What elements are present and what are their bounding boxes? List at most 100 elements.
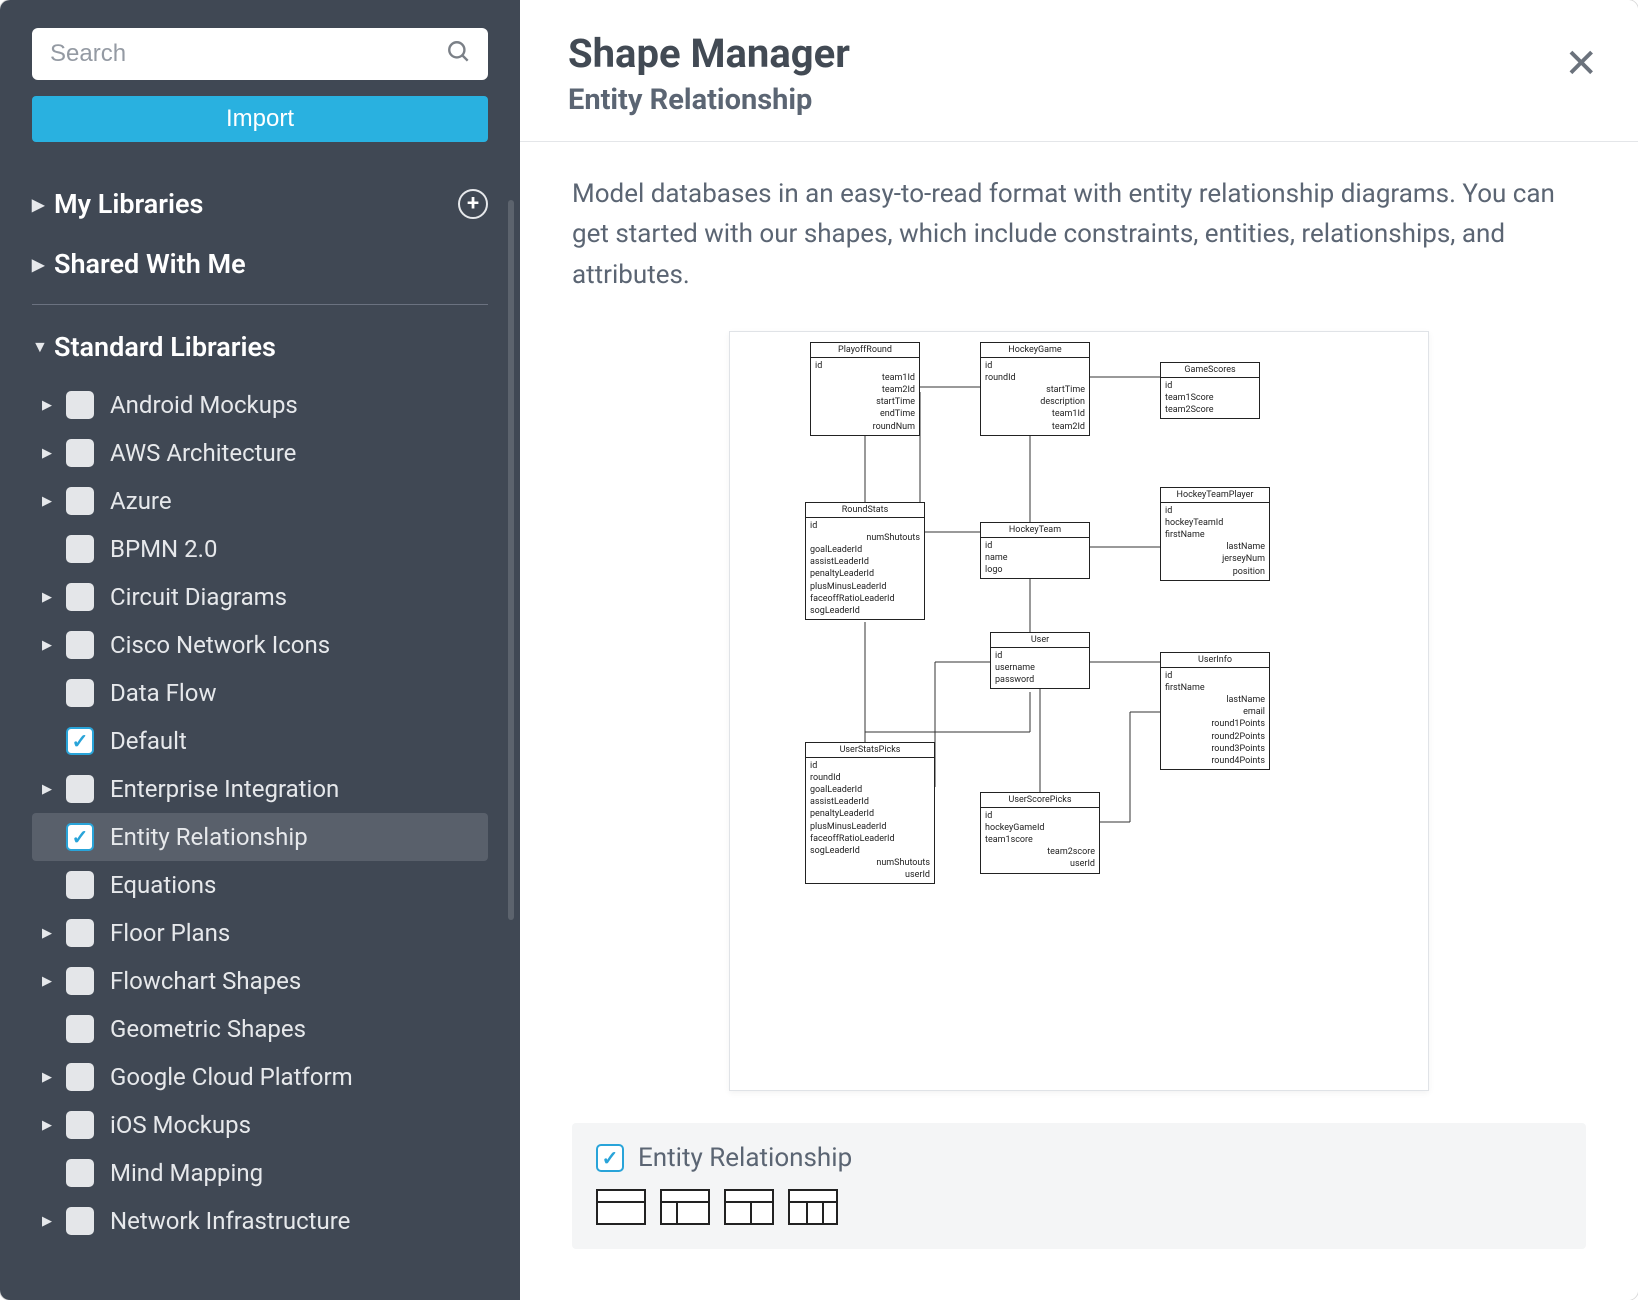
sidebar-item-mind-mapping[interactable]: ▶✓Mind Mapping bbox=[32, 1149, 488, 1197]
entity-shape-1[interactable] bbox=[596, 1189, 646, 1225]
divider bbox=[32, 304, 488, 305]
library-preview-box: ✓ Entity Relationship bbox=[572, 1123, 1586, 1249]
sidebar-item-label: Circuit Diagrams bbox=[110, 583, 287, 611]
shape-manager-dialog: Import ▶ My Libraries + ▶ Shared With Me… bbox=[0, 0, 1638, 1300]
chevron-right-icon: ▶ bbox=[42, 1070, 66, 1085]
sidebar: Import ▶ My Libraries + ▶ Shared With Me… bbox=[0, 0, 520, 1300]
sidebar-item-geometric-shapes[interactable]: ▶✓Geometric Shapes bbox=[32, 1005, 488, 1053]
main-panel: Shape Manager Entity Relationship ✕ Mode… bbox=[520, 0, 1638, 1300]
entity-shape-4[interactable] bbox=[788, 1189, 838, 1225]
sidebar-item-label: Google Cloud Platform bbox=[110, 1063, 353, 1091]
sidebar-item-label: Network Infrastructure bbox=[110, 1207, 350, 1235]
search-input[interactable] bbox=[32, 28, 488, 80]
search-icon[interactable] bbox=[446, 39, 472, 69]
import-button[interactable]: Import bbox=[32, 96, 488, 142]
sidebar-item-cisco-network-icons[interactable]: ▶✓ Cisco Network Icons bbox=[32, 621, 488, 669]
section-my-libraries[interactable]: ▶ My Libraries + bbox=[32, 174, 488, 234]
chevron-right-icon: ▶ bbox=[32, 195, 54, 214]
library-checkbox[interactable]: ✓ bbox=[596, 1144, 624, 1172]
entity-userScorePicks: UserScorePicksidhockeyGameIdteam1scorete… bbox=[980, 792, 1100, 874]
sidebar-item-label: Geometric Shapes bbox=[110, 1015, 306, 1043]
checkbox[interactable]: ✓ bbox=[66, 1063, 94, 1091]
sidebar-item-default[interactable]: ▶✓Default bbox=[32, 717, 488, 765]
sidebar-item-aws-architecture[interactable]: ▶✓ AWS Architecture bbox=[32, 429, 488, 477]
sidebar-item-label: Entity Relationship bbox=[110, 823, 308, 851]
sidebar-item-label: Azure bbox=[110, 487, 172, 515]
sidebar-item-data-flow[interactable]: ▶✓Data Flow bbox=[32, 669, 488, 717]
sidebar-item-label: AWS Architecture bbox=[110, 439, 296, 467]
library-box-header[interactable]: ✓ Entity Relationship bbox=[596, 1143, 1562, 1173]
checkbox[interactable]: ✓ bbox=[66, 727, 94, 755]
chevron-right-icon: ▶ bbox=[42, 1214, 66, 1229]
sidebar-item-floor-plans[interactable]: ▶✓ Floor Plans bbox=[32, 909, 488, 957]
checkbox[interactable]: ✓ bbox=[66, 1015, 94, 1043]
chevron-right-icon: ▶ bbox=[42, 446, 66, 461]
checkbox[interactable]: ✓ bbox=[66, 1111, 94, 1139]
sidebar-item-label: Flowchart Shapes bbox=[110, 967, 301, 995]
library-list: ▶✓Android Mockups▶✓AWS Architecture▶✓Azu… bbox=[32, 381, 488, 1245]
checkbox[interactable]: ✓ bbox=[66, 631, 94, 659]
entity-roundStats: RoundStatsidnumShutoutsgoalLeaderIdassis… bbox=[805, 502, 925, 620]
checkbox[interactable]: ✓ bbox=[66, 871, 94, 899]
chevron-right-icon: ▶ bbox=[42, 638, 66, 653]
sidebar-item-enterprise-integration[interactable]: ▶✓Enterprise Integration bbox=[32, 765, 488, 813]
checkbox[interactable]: ✓ bbox=[66, 1159, 94, 1187]
chevron-right-icon: ▶ bbox=[42, 494, 66, 509]
page-title: Shape Manager bbox=[568, 30, 1590, 77]
add-library-icon[interactable]: + bbox=[458, 189, 488, 219]
chevron-right-icon: ▶ bbox=[42, 398, 66, 413]
sidebar-item-bpmn-2-0[interactable]: ▶✓BPMN 2.0 bbox=[32, 525, 488, 573]
sidebar-item-flowchart-shapes[interactable]: ▶✓ Flowchart Shapes bbox=[32, 957, 488, 1005]
diagram-connectors bbox=[730, 332, 1428, 1090]
chevron-right-icon: ▶ bbox=[42, 974, 66, 989]
check-icon: ✓ bbox=[72, 729, 89, 753]
entity-shape-2[interactable] bbox=[660, 1189, 710, 1225]
sidebar-item-android-mockups[interactable]: ▶✓ Android Mockups bbox=[32, 381, 488, 429]
diagram-preview: PlayoffRoundidteam1Idteam2IdstartTimeend… bbox=[729, 331, 1429, 1091]
checkbox[interactable]: ✓ bbox=[66, 391, 94, 419]
section-label: Standard Libraries bbox=[54, 331, 276, 363]
sidebar-item-label: Data Flow bbox=[110, 679, 217, 707]
entity-hockeyGame: HockeyGameidroundIdstartTimedescriptiont… bbox=[980, 342, 1090, 436]
checkbox[interactable]: ✓ bbox=[66, 439, 94, 467]
checkbox[interactable]: ✓ bbox=[66, 535, 94, 563]
checkbox[interactable]: ✓ bbox=[66, 775, 94, 803]
sidebar-item-circuit-diagrams[interactable]: ▶✓ Circuit Diagrams bbox=[32, 573, 488, 621]
section-standard[interactable]: ▼ Standard Libraries bbox=[32, 317, 488, 377]
checkbox[interactable]: ✓ bbox=[66, 919, 94, 947]
entity-hockeyTeam: HockeyTeamidnamelogo bbox=[980, 522, 1090, 579]
checkbox[interactable]: ✓ bbox=[66, 1207, 94, 1235]
sidebar-item-equations[interactable]: ▶✓Equations bbox=[32, 861, 488, 909]
sidebar-item-label: Default bbox=[110, 727, 187, 755]
sidebar-item-label: Cisco Network Icons bbox=[110, 631, 330, 659]
sidebar-item-network-infrastructure[interactable]: ▶✓ Network Infrastructure bbox=[32, 1197, 488, 1245]
library-box-label: Entity Relationship bbox=[638, 1143, 852, 1173]
section-label: My Libraries bbox=[54, 188, 203, 220]
section-label: Shared With Me bbox=[54, 248, 246, 280]
checkbox[interactable]: ✓ bbox=[66, 823, 94, 851]
sidebar-item-azure[interactable]: ▶✓ Azure bbox=[32, 477, 488, 525]
checkbox[interactable]: ✓ bbox=[66, 967, 94, 995]
entity-playoffRound: PlayoffRoundidteam1Idteam2IdstartTimeend… bbox=[810, 342, 920, 436]
chevron-right-icon: ▶ bbox=[42, 590, 66, 605]
chevron-right-icon: ▶ bbox=[42, 926, 66, 941]
section-shared[interactable]: ▶ Shared With Me bbox=[32, 234, 488, 294]
sidebar-item-label: BPMN 2.0 bbox=[110, 535, 217, 563]
chevron-right-icon: ▶ bbox=[42, 782, 66, 797]
checkbox[interactable]: ✓ bbox=[66, 487, 94, 515]
sidebar-item-label: Floor Plans bbox=[110, 919, 230, 947]
checkbox[interactable]: ✓ bbox=[66, 583, 94, 611]
sidebar-item-ios-mockups[interactable]: ▶✓ iOS Mockups bbox=[32, 1101, 488, 1149]
sidebar-item-label: iOS Mockups bbox=[110, 1111, 251, 1139]
description-text: Model databases in an easy-to-read forma… bbox=[572, 174, 1586, 295]
checkbox[interactable]: ✓ bbox=[66, 679, 94, 707]
sidebar-item-label: Equations bbox=[110, 871, 216, 899]
close-button[interactable]: ✕ bbox=[1564, 44, 1598, 84]
sidebar-item-label: Android Mockups bbox=[110, 391, 298, 419]
sidebar-item-google-cloud-platform[interactable]: ▶✓ Google Cloud Platform bbox=[32, 1053, 488, 1101]
entity-shape-3[interactable] bbox=[724, 1189, 774, 1225]
content: Model databases in an easy-to-read forma… bbox=[520, 142, 1638, 1300]
chevron-right-icon: ▶ bbox=[42, 1118, 66, 1133]
sidebar-item-entity-relationship[interactable]: ▶✓Entity Relationship bbox=[32, 813, 488, 861]
chevron-down-icon: ▼ bbox=[32, 337, 54, 357]
